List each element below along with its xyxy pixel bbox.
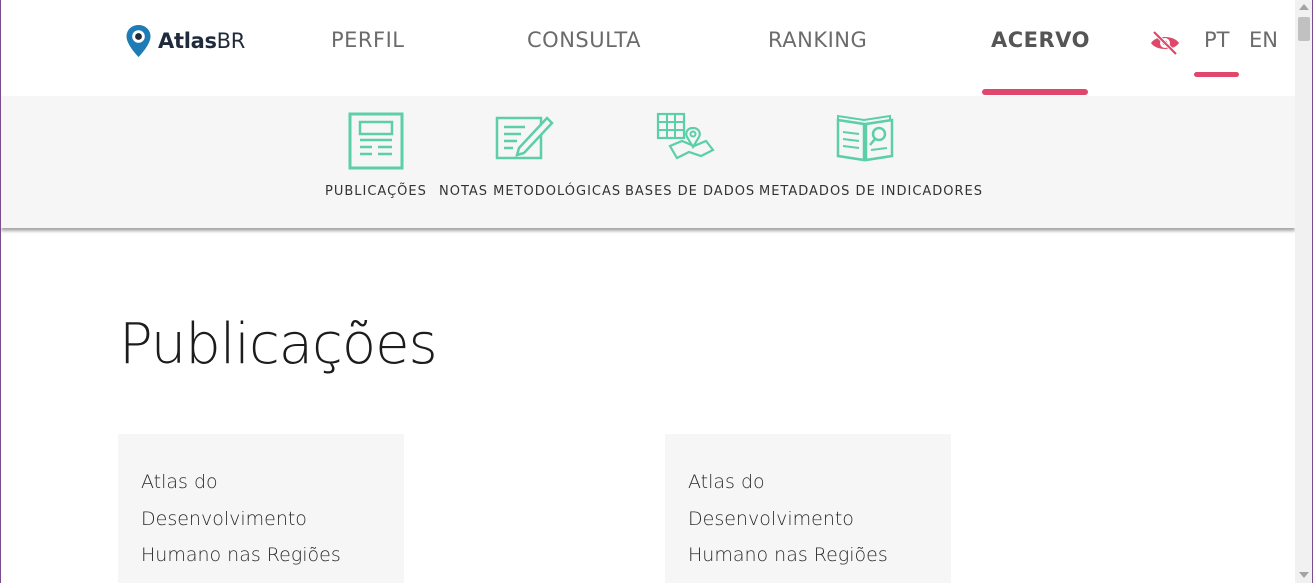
publication-card[interactable]: Atlas do Desenvolvimento Humano nas Regi… — [665, 434, 951, 583]
card-line: Desenvolvimento — [688, 507, 854, 530]
publication-card-title[interactable]: Atlas do Desenvolvimento Humano nas Regi… — [688, 464, 928, 583]
publication-card[interactable]: Atlas do Desenvolvimento Humano nas Regi… — [118, 434, 404, 583]
submenu-bases-de-dados[interactable]: BASES DE DADOS — [625, 96, 756, 228]
card-line: Metropolitanas — [141, 574, 381, 583]
submenu-label: NOTAS METODOLÓGICAS — [439, 184, 622, 199]
scroll-down-arrow-icon[interactable] — [1299, 572, 1309, 578]
submenu-publicacoes[interactable]: PUBLICAÇÕES — [325, 96, 427, 228]
card-line: Atlas do — [141, 471, 218, 493]
eye-off-icon[interactable] — [1149, 29, 1181, 57]
scroll-up-arrow-icon[interactable] — [1299, 4, 1309, 10]
top-navbar: AtlasBR PERFIL CONSULTA RANKING ACERVO P… — [1, 0, 1295, 96]
page-title: Publicações — [119, 312, 438, 377]
document-icon — [348, 112, 404, 170]
nav-perfil[interactable]: PERFIL — [331, 28, 405, 52]
browser-viewport: AtlasBR PERFIL CONSULTA RANKING ACERVO P… — [0, 0, 1313, 583]
book-search-icon — [836, 114, 894, 162]
publication-card-title[interactable]: Atlas do Desenvolvimento Humano nas Regi… — [141, 464, 381, 583]
notes-pencil-icon — [495, 116, 554, 160]
card-line: Desenvolvimento — [141, 507, 307, 530]
active-lang-indicator — [1194, 72, 1239, 77]
submenu-label: METADADOS DE INDICADORES — [759, 184, 984, 199]
lang-pt[interactable]: PT — [1204, 28, 1230, 52]
nav-acervo[interactable]: ACERVO — [991, 28, 1090, 52]
nav-consulta[interactable]: CONSULTA — [527, 28, 641, 52]
card-line: Metropolitanas — [688, 574, 928, 583]
logo-text: AtlasBR — [158, 29, 246, 53]
vertical-scrollbar[interactable] — [1295, 0, 1312, 583]
submenu-notas-metodologicas[interactable]: NOTAS METODOLÓGICAS — [439, 96, 622, 228]
active-nav-indicator — [982, 89, 1088, 95]
nav-ranking[interactable]: RANKING — [768, 28, 867, 52]
card-line: Atlas do — [688, 471, 765, 493]
submenu-label: PUBLICAÇÕES — [325, 184, 427, 199]
submenu-metadados-de-indicadores[interactable]: METADADOS DE INDICADORES — [759, 96, 984, 228]
acervo-submenu: PUBLICAÇÕES NOTAS METODOLÓGICAS BASES DE… — [1, 96, 1295, 228]
submenu-label: BASES DE DADOS — [625, 184, 756, 199]
card-line: Humano nas Regiões — [141, 544, 341, 566]
scrollbar-thumb[interactable] — [1298, 17, 1310, 41]
card-line: Humano nas Regiões — [688, 544, 888, 566]
map-table-icon — [656, 112, 715, 160]
lang-en[interactable]: EN — [1249, 28, 1278, 52]
map-pin-icon — [126, 25, 151, 57]
atlasbr-logo[interactable]: AtlasBR — [125, 24, 245, 58]
